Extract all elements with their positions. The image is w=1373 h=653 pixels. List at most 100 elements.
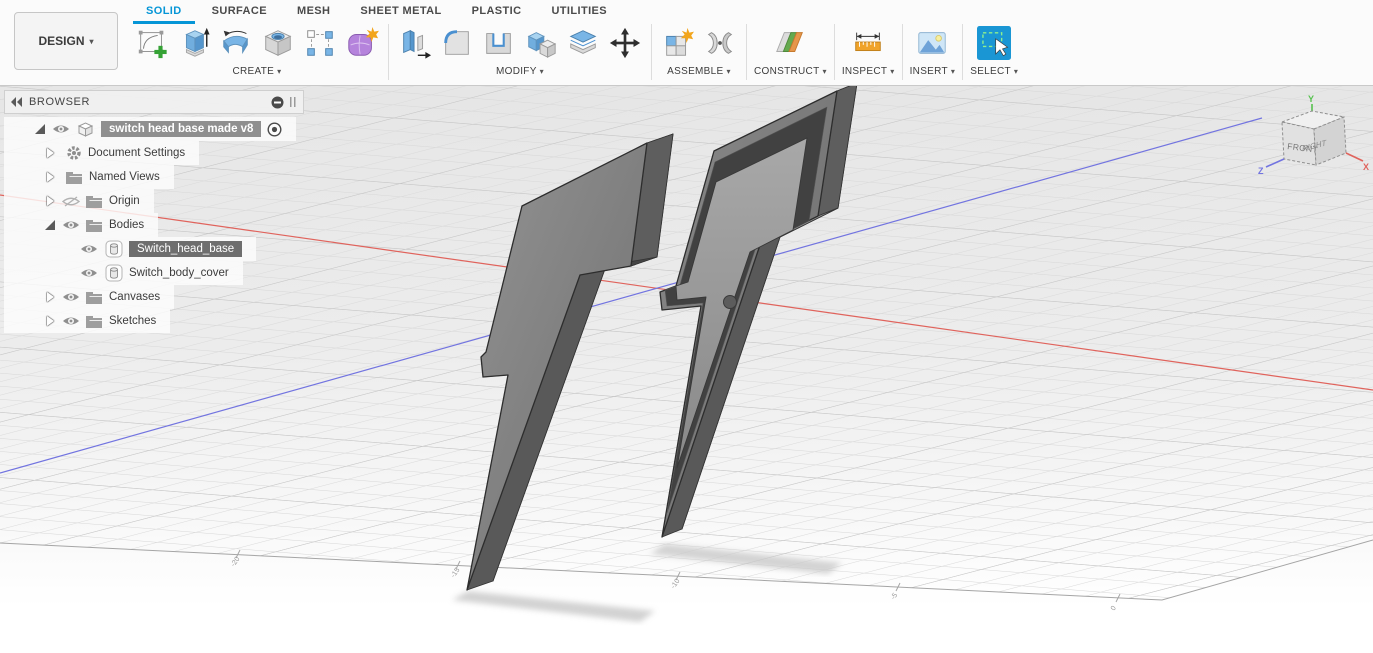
tree-row-label[interactable]: Canvases — [109, 291, 160, 303]
tree-row-label[interactable]: switch head base made v8 — [101, 121, 262, 137]
tree-row-label[interactable]: Sketches — [109, 315, 156, 327]
tree-row-bodies[interactable]: Bodies — [4, 213, 159, 237]
group-label-assemble[interactable]: ASSEMBLE ▾ — [667, 66, 731, 77]
group-label-create[interactable]: CREATE ▾ — [233, 66, 282, 77]
tree-row-label[interactable]: Switch_body_cover — [129, 267, 229, 279]
tree-row-document-settings[interactable]: Document Settings — [4, 141, 200, 165]
toolbar-separator — [833, 24, 835, 80]
visibility-eye-icon[interactable] — [62, 219, 80, 231]
expander-collapsed-icon[interactable] — [42, 292, 58, 302]
viewcube-z-label: Z — [1258, 166, 1264, 176]
visibility-eye-icon[interactable] — [80, 267, 98, 279]
new-component-icon[interactable] — [659, 23, 697, 63]
group-label-modify[interactable]: MODIFY ▾ — [496, 66, 544, 77]
tree-row-label[interactable]: Document Settings — [88, 147, 185, 159]
activate-component-radio[interactable] — [267, 121, 282, 137]
expander-collapsed-icon[interactable] — [42, 316, 58, 326]
tab-plastic[interactable]: PLASTIC — [457, 2, 537, 23]
tree-row-switch-body-cover[interactable]: Switch_body_cover — [4, 261, 243, 285]
group-insert: INSERT ▾ — [910, 23, 956, 77]
viewport-canvas[interactable]: -20 -15 -10 -5 0 Y FRONT RIGHT X Z BROWS… — [0, 86, 1373, 653]
toolbar-separator — [651, 24, 652, 80]
tree-row-switch-head-base[interactable]: Switch_head_base — [4, 237, 257, 261]
view-cube[interactable]: Y FRONT RIGHT X Z — [1256, 90, 1370, 194]
group-inspect: INSPECT ▾ — [842, 23, 895, 77]
grid-tick-label: -20 — [230, 556, 242, 568]
tree-row-origin[interactable]: Origin — [4, 189, 154, 213]
tab-mesh[interactable]: MESH — [282, 2, 345, 23]
toolbar-separator — [962, 24, 964, 80]
workspace-switcher-button[interactable]: DESIGN ▾ — [14, 12, 118, 70]
expander-collapsed-icon[interactable] — [42, 172, 58, 182]
folder-icon — [66, 171, 83, 184]
tree-row-label[interactable]: Bodies — [109, 219, 144, 231]
collapse-panel-icon[interactable] — [11, 97, 23, 107]
expander-collapsed-icon[interactable] — [42, 196, 58, 206]
press-pull-icon[interactable] — [396, 23, 434, 63]
chevron-down-icon: ▾ — [890, 67, 895, 76]
viewcube-x-label: X — [1363, 162, 1369, 172]
construct-plane-icon[interactable] — [771, 23, 809, 63]
expander-expanded-icon[interactable] — [42, 220, 58, 230]
chevron-down-icon: ▾ — [1013, 67, 1019, 76]
offset-face-icon[interactable] — [564, 23, 602, 63]
ribbon-groups: CREATE ▾ MODIFY ▾ ASSEMBLE ▾ CONSTRUCT ▾… — [133, 23, 1018, 80]
tab-surface[interactable]: SURFACE — [197, 2, 282, 23]
group-label-construct[interactable]: CONSTRUCT ▾ — [754, 66, 827, 77]
chevron-down-icon: ▾ — [539, 67, 544, 76]
combine-icon[interactable] — [522, 23, 560, 63]
tab-solid[interactable]: SOLID — [131, 2, 197, 24]
body-cylinder-icon — [105, 240, 123, 258]
workspace-switcher-label: DESIGN — [38, 34, 85, 48]
toolbar-separator — [901, 24, 903, 80]
tree-row-label[interactable]: Named Views — [89, 171, 160, 183]
tree-row-named-views[interactable]: Named Views — [4, 165, 174, 189]
tree-row-root-component[interactable]: switch head base made v8 — [4, 117, 297, 141]
measure-icon[interactable] — [849, 23, 887, 63]
select-icon[interactable] — [975, 23, 1013, 63]
hole-icon[interactable] — [259, 23, 297, 63]
group-select: SELECT ▾ — [970, 23, 1018, 77]
expander-expanded-icon[interactable] — [32, 124, 48, 134]
tab-sheet-metal[interactable]: SHEET METAL — [345, 2, 456, 23]
tree-row-label[interactable]: Origin — [109, 195, 140, 207]
gear-icon — [66, 145, 82, 161]
tree-row-label[interactable]: Switch_head_base — [129, 241, 243, 257]
grid-tick-label: -15 — [450, 567, 462, 579]
visibility-eye-off-icon[interactable] — [62, 195, 80, 208]
extrude-icon[interactable] — [175, 23, 213, 63]
tree-row-sketches[interactable]: Sketches — [4, 309, 171, 333]
group-label-select[interactable]: SELECT ▾ — [970, 66, 1018, 77]
tree-row-canvases[interactable]: Canvases — [4, 285, 175, 309]
visibility-eye-icon[interactable] — [62, 315, 80, 327]
tab-utilities[interactable]: UTILITIES — [536, 2, 622, 23]
create-sketch-icon[interactable] — [133, 23, 171, 63]
rectangular-pattern-icon[interactable] — [301, 23, 339, 63]
create-form-icon[interactable] — [343, 23, 381, 63]
viewcube-y-label: Y — [1308, 94, 1314, 104]
shell-icon[interactable] — [480, 23, 518, 63]
panel-resize-grip[interactable] — [289, 96, 297, 108]
group-assemble: ASSEMBLE ▾ — [659, 23, 739, 77]
insert-image-icon[interactable] — [913, 23, 951, 63]
cover-hole — [723, 295, 737, 309]
joint-icon[interactable] — [701, 23, 739, 63]
folder-icon — [86, 291, 103, 304]
group-label-inspect[interactable]: INSPECT ▾ — [842, 66, 895, 77]
main-toolbar: DESIGN ▾ SOLID SURFACE MESH SHEET METAL … — [0, 0, 1373, 86]
browser-header[interactable]: BROWSER — [4, 90, 304, 114]
visibility-eye-icon[interactable] — [52, 123, 70, 135]
revolve-icon[interactable] — [217, 23, 255, 63]
grid-tick-label: -5 — [890, 592, 899, 601]
panel-minus-icon[interactable] — [271, 96, 284, 109]
move-copy-icon[interactable] — [606, 23, 644, 63]
browser-panel: BROWSER switch head base made v8 Documen… — [4, 90, 304, 333]
viewcube-x-axis — [1345, 152, 1364, 162]
grid-tick-label: 0 — [1110, 605, 1118, 612]
expander-collapsed-icon[interactable] — [42, 148, 58, 158]
fillet-icon[interactable] — [438, 23, 476, 63]
visibility-eye-icon[interactable] — [62, 291, 80, 303]
browser-title: BROWSER — [29, 96, 91, 108]
visibility-eye-icon[interactable] — [80, 243, 98, 255]
group-label-insert[interactable]: INSERT ▾ — [910, 66, 956, 77]
